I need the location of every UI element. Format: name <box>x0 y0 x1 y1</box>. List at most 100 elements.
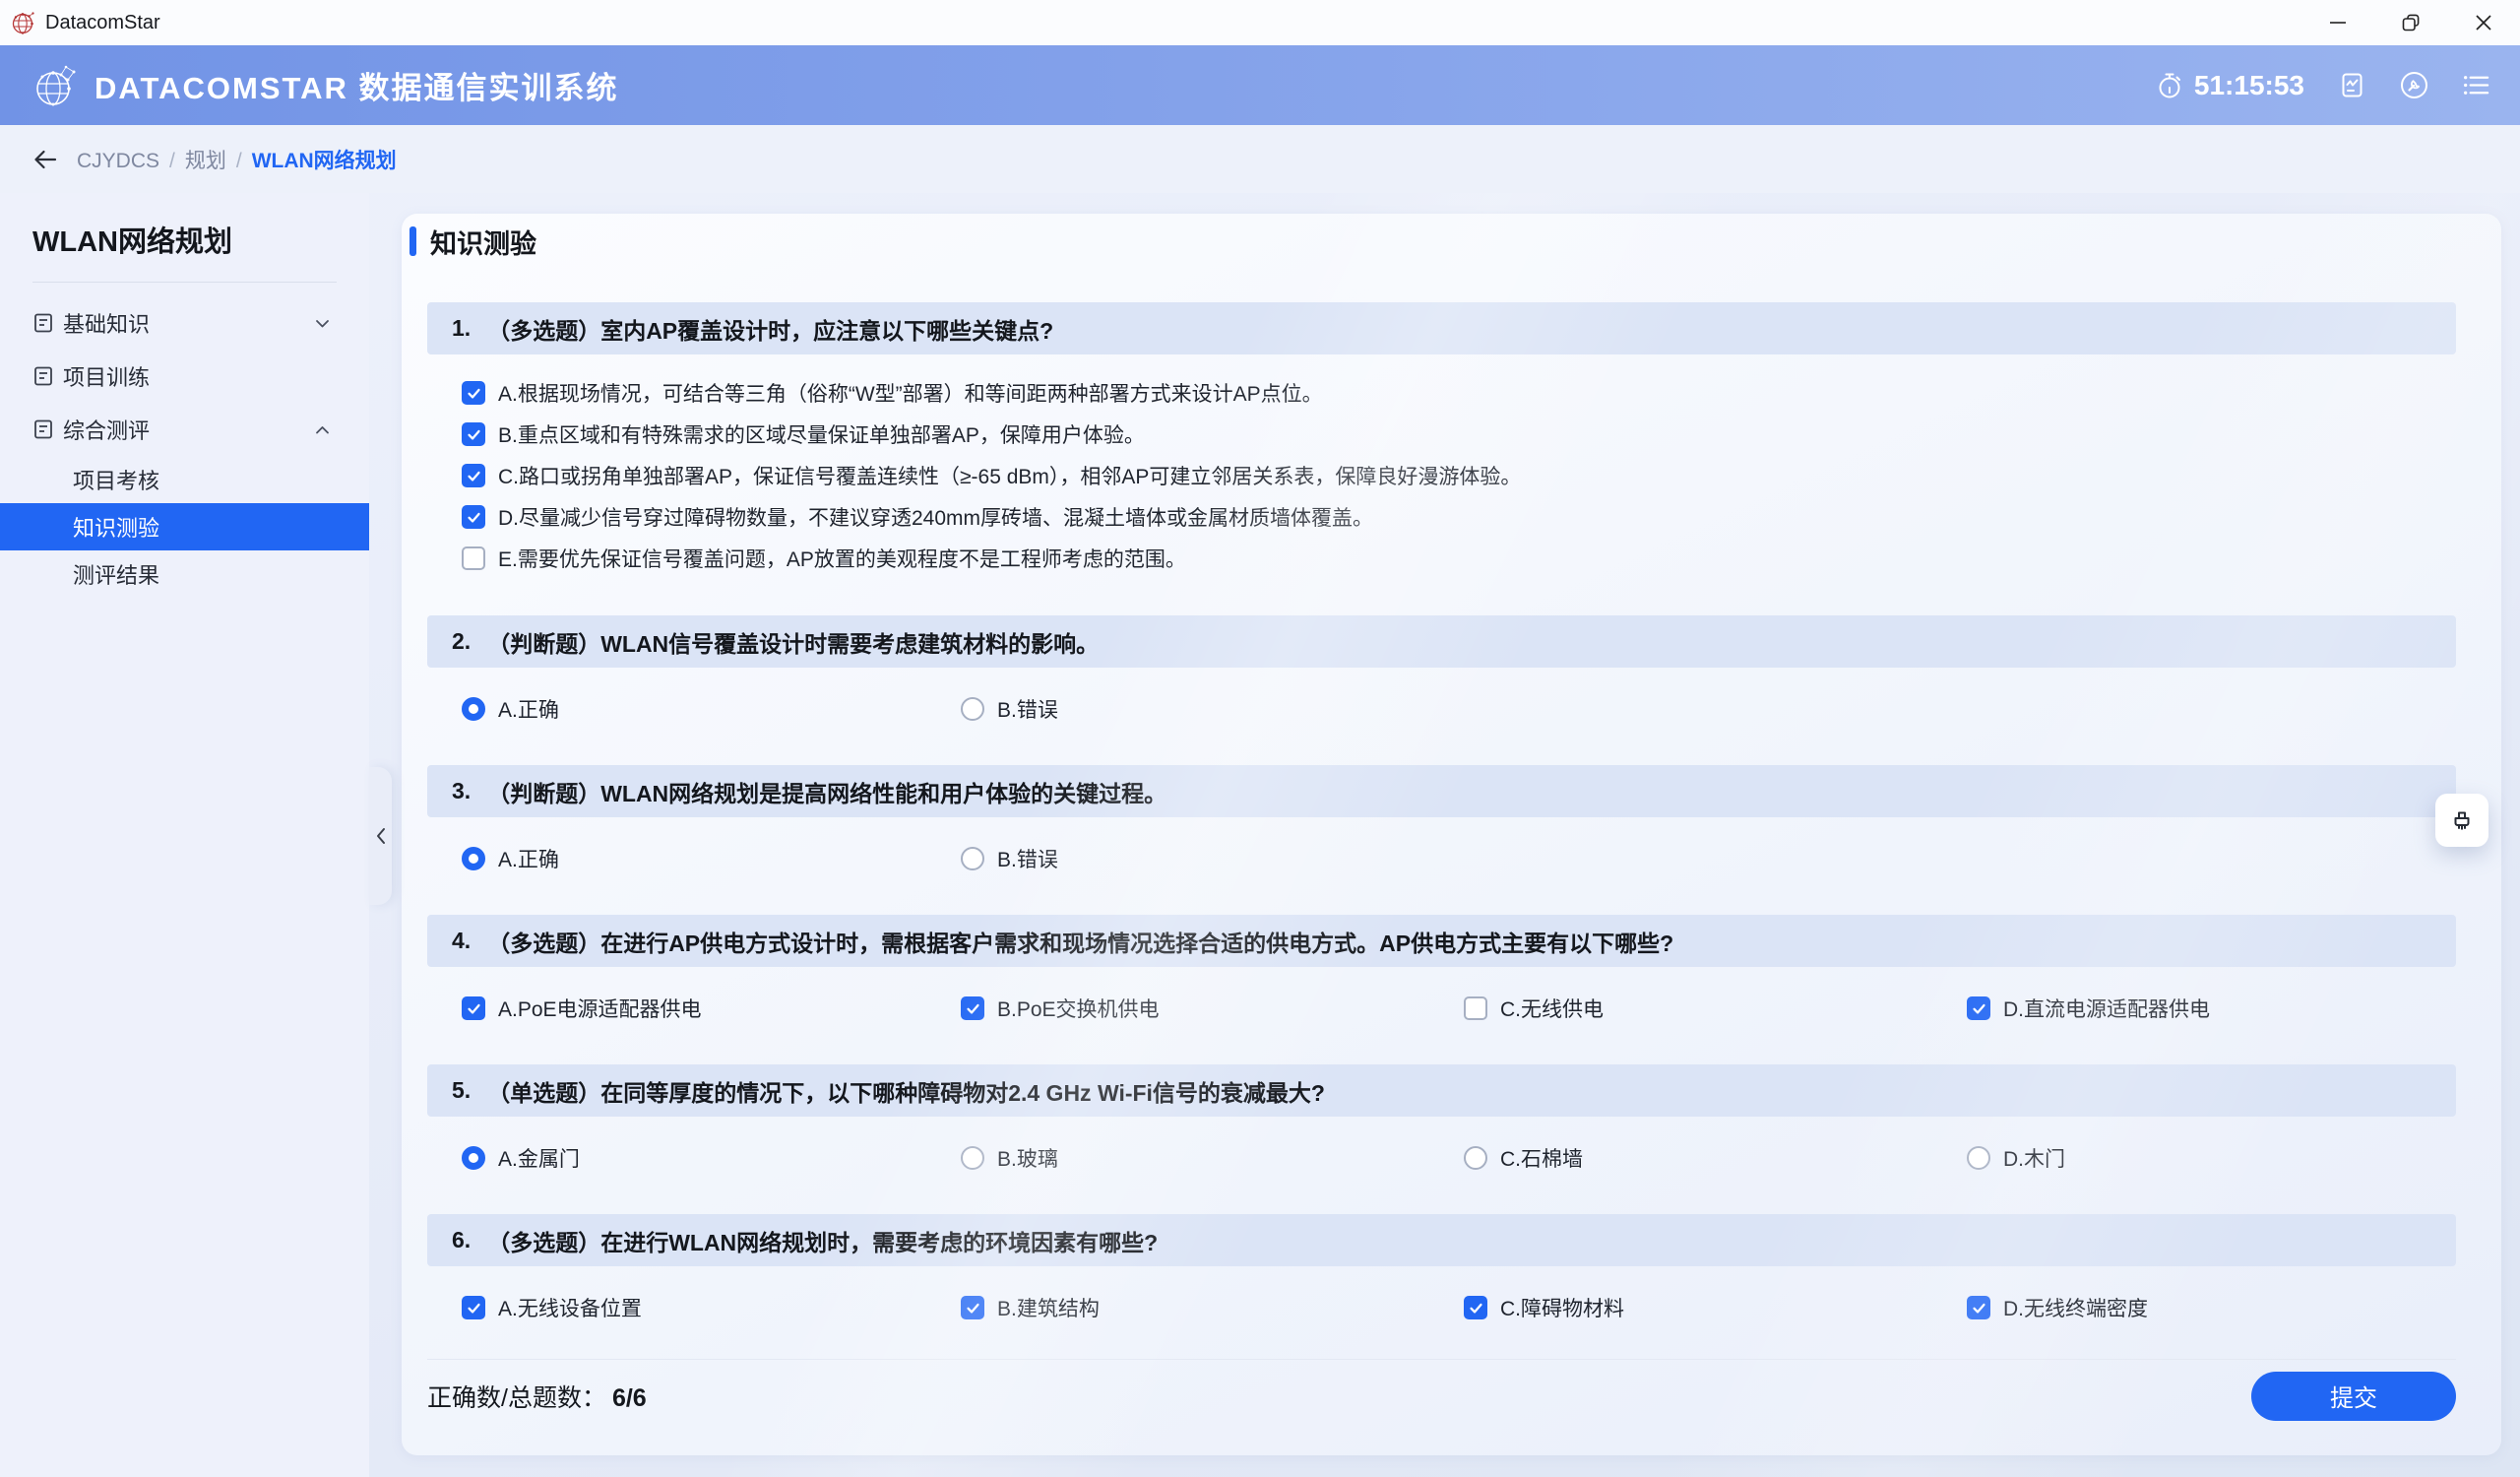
minimize-button[interactable] <box>2301 0 2374 45</box>
chevron-up-icon <box>313 420 332 439</box>
back-button[interactable] <box>32 146 59 173</box>
breadcrumb-separator: / <box>236 150 242 172</box>
breadcrumb-item-wlan-network-planning[interactable]: WLAN网络规划 <box>252 150 397 172</box>
sidebar-item-assessment-result[interactable]: 测评结果 <box>0 550 369 598</box>
checkbox-checked-icon[interactable] <box>1464 1296 1487 1319</box>
option-label: C.障碍物材料 <box>1500 1293 1624 1322</box>
option-label: D.无线终端密度 <box>2003 1293 2148 1322</box>
breadcrumb-item-cjydcs[interactable]: CJYDCS <box>77 150 159 172</box>
option-label: A.根据现场情况，可结合等三角（俗称“W型”部署）和等间距两种部署方式来设计AP… <box>498 378 1323 408</box>
breadcrumb-item-planning[interactable]: 规划 <box>185 150 226 172</box>
radio-unselected-icon[interactable] <box>961 847 984 870</box>
question-options: A.正确B.错误 <box>427 817 2456 901</box>
question-4-option-b[interactable]: B.PoE交换机供电 <box>961 984 1464 1033</box>
question-2: 2.（判断题）WLAN信号覆盖设计时需要考虑建筑材料的影响。 A.正确B.错误 <box>427 615 2456 751</box>
sidebar-item-project-exam[interactable]: 项目考核 <box>0 456 369 503</box>
sidebar-item-comprehensive-assessment[interactable]: 综合测评 <box>0 403 369 456</box>
question-4-option-c[interactable]: C.无线供电 <box>1464 984 1967 1033</box>
section-title-text: 知识测验 <box>430 223 536 261</box>
checkbox-checked-icon[interactable] <box>462 464 485 487</box>
radio-unselected-icon[interactable] <box>1464 1146 1487 1170</box>
checkbox-checked-icon[interactable] <box>462 381 485 405</box>
report-icon-button[interactable] <box>2338 71 2366 99</box>
radio-unselected-icon[interactable] <box>1967 1146 1990 1170</box>
question-6-option-a[interactable]: A.无线设备位置 <box>462 1283 961 1332</box>
app-globe-icon <box>10 10 36 36</box>
radio-selected-icon[interactable] <box>462 847 485 870</box>
radio-selected-icon[interactable] <box>462 1146 485 1170</box>
option-label: A.PoE电源适配器供电 <box>498 994 702 1023</box>
score-value: 6/6 <box>612 1384 647 1412</box>
question-3-option-b[interactable]: B.错误 <box>961 834 1464 883</box>
checkbox-checked-icon[interactable] <box>961 996 984 1020</box>
question-header: 2.（判断题）WLAN信号覆盖设计时需要考虑建筑材料的影响。 <box>427 615 2456 668</box>
question-4-option-d[interactable]: D.直流电源适配器供电 <box>1967 984 2456 1033</box>
sidebar-item-basic-knowledge[interactable]: 基础知识 <box>0 296 369 350</box>
question-1-option-e[interactable]: E.需要优先保证信号覆盖问题，AP放置的美观程度不是工程师考虑的范围。 <box>462 538 2456 579</box>
option-label: A.无线设备位置 <box>498 1293 642 1322</box>
question-2-option-a[interactable]: A.正确 <box>462 684 961 734</box>
stopwatch-icon <box>2155 71 2184 100</box>
checkbox-checked-icon[interactable] <box>1967 996 1990 1020</box>
clean-tool-button[interactable] <box>2435 794 2488 847</box>
radio-selected-icon[interactable] <box>462 697 485 721</box>
question-5-option-d[interactable]: D.木门 <box>1967 1133 2456 1183</box>
question-number: 5. <box>452 1077 471 1104</box>
tools-icon-button[interactable] <box>2400 71 2428 99</box>
option-label: D.木门 <box>2003 1143 2065 1173</box>
breadcrumb: CJYDCS / 规划 / WLAN网络规划 <box>75 145 407 174</box>
workspace: WLAN网络规划 基础知识项目训练综合测评项目考核知识测验测评结果 知识测验 1… <box>0 193 2520 1477</box>
question-2-option-b[interactable]: B.错误 <box>961 684 1464 734</box>
sidebar-collapse-handle[interactable] <box>369 767 392 905</box>
os-titlebar: DatacomStar <box>0 0 2520 45</box>
option-label: D.直流电源适配器供电 <box>2003 994 2210 1023</box>
checkbox-checked-icon[interactable] <box>462 996 485 1020</box>
question-3-option-a[interactable]: A.正确 <box>462 834 961 883</box>
question-4: 4.（多选题）在进行AP供电方式设计时，需根据客户需求和现场情况选择合适的供电方… <box>427 915 2456 1051</box>
question-header: 4.（多选题）在进行AP供电方式设计时，需根据客户需求和现场情况选择合适的供电方… <box>427 915 2456 967</box>
title-accent-bar <box>410 226 416 256</box>
checkbox-checked-icon[interactable] <box>462 422 485 446</box>
radio-unselected-icon[interactable] <box>961 697 984 721</box>
header-actions: 51:15:53 <box>2155 70 2490 101</box>
option-label: B.PoE交换机供电 <box>997 994 1160 1023</box>
maximize-restore-button[interactable] <box>2374 0 2447 45</box>
sidebar-item-project-training[interactable]: 项目训练 <box>0 350 369 403</box>
sidebar-subitem-label: 知识测验 <box>73 511 159 543</box>
question-5: 5.（单选题）在同等厚度的情况下，以下哪种障碍物对2.4 GHz Wi-Fi信号… <box>427 1064 2456 1200</box>
question-6-option-b[interactable]: B.建筑结构 <box>961 1283 1464 1332</box>
sidebar-item-label: 基础知识 <box>63 307 150 339</box>
radio-unselected-icon[interactable] <box>961 1146 984 1170</box>
checkbox-unchecked-icon[interactable] <box>1464 996 1487 1020</box>
checkbox-checked-icon[interactable] <box>961 1296 984 1319</box>
question-1-option-d[interactable]: D.尽量减少信号穿过障碍物数量，不建议穿透240mm厚砖墙、混凝土墙体或金属材质… <box>462 496 2456 538</box>
question-5-option-b[interactable]: B.玻璃 <box>961 1133 1464 1183</box>
question-5-option-c[interactable]: C.石棉墙 <box>1464 1133 1967 1183</box>
sidebar-subitem-label: 项目考核 <box>73 464 159 495</box>
question-4-option-a[interactable]: A.PoE电源适配器供电 <box>462 984 961 1033</box>
question-header: 1.（多选题）室内AP覆盖设计时，应注意以下哪些关键点? <box>427 302 2456 354</box>
question-options: A.金属门B.玻璃C.石棉墙 D.木门 <box>427 1117 2456 1200</box>
doc-icon <box>32 418 54 440</box>
close-button[interactable] <box>2447 0 2520 45</box>
doc-icon <box>32 365 54 387</box>
checkbox-checked-icon[interactable] <box>1967 1296 1990 1319</box>
sidebar-item-knowledge-quiz[interactable]: 知识测验 <box>0 503 369 550</box>
question-5-option-a[interactable]: A.金属门 <box>462 1133 961 1183</box>
question-1-option-c[interactable]: C.路口或拐角单独部署AP，保证信号覆盖连续性（≥-65 dBm），相邻AP可建… <box>462 455 2456 496</box>
question-1-option-b[interactable]: B.重点区域和有特殊需求的区域尽量保证单独部署AP，保障用户体验。 <box>462 414 2456 455</box>
checkbox-unchecked-icon[interactable] <box>462 546 485 570</box>
app-header: DATACOMSTAR 数据通信实训系统 51:15:53 <box>0 45 2520 125</box>
question-6-option-c[interactable]: C.障碍物材料 <box>1464 1283 1967 1332</box>
menu-list-icon-button[interactable] <box>2462 71 2490 99</box>
option-label: B.建筑结构 <box>997 1293 1100 1322</box>
question-1-option-a[interactable]: A.根据现场情况，可结合等三角（俗称“W型”部署）和等间距两种部署方式来设计AP… <box>462 372 2456 414</box>
question-text: （多选题）在进行WLAN网络规划时，需要考虑的环境因素有哪些? <box>487 1224 1158 1257</box>
question-header: 6.（多选题）在进行WLAN网络规划时，需要考虑的环境因素有哪些? <box>427 1214 2456 1266</box>
checkbox-checked-icon[interactable] <box>462 505 485 529</box>
breadcrumb-separator: / <box>169 150 175 172</box>
question-6-option-d[interactable]: D.无线终端密度 <box>1967 1283 2456 1332</box>
submit-button[interactable]: 提交 <box>2251 1372 2456 1421</box>
question-text: （判断题）WLAN信号覆盖设计时需要考虑建筑材料的影响。 <box>487 625 1099 659</box>
checkbox-checked-icon[interactable] <box>462 1296 485 1319</box>
